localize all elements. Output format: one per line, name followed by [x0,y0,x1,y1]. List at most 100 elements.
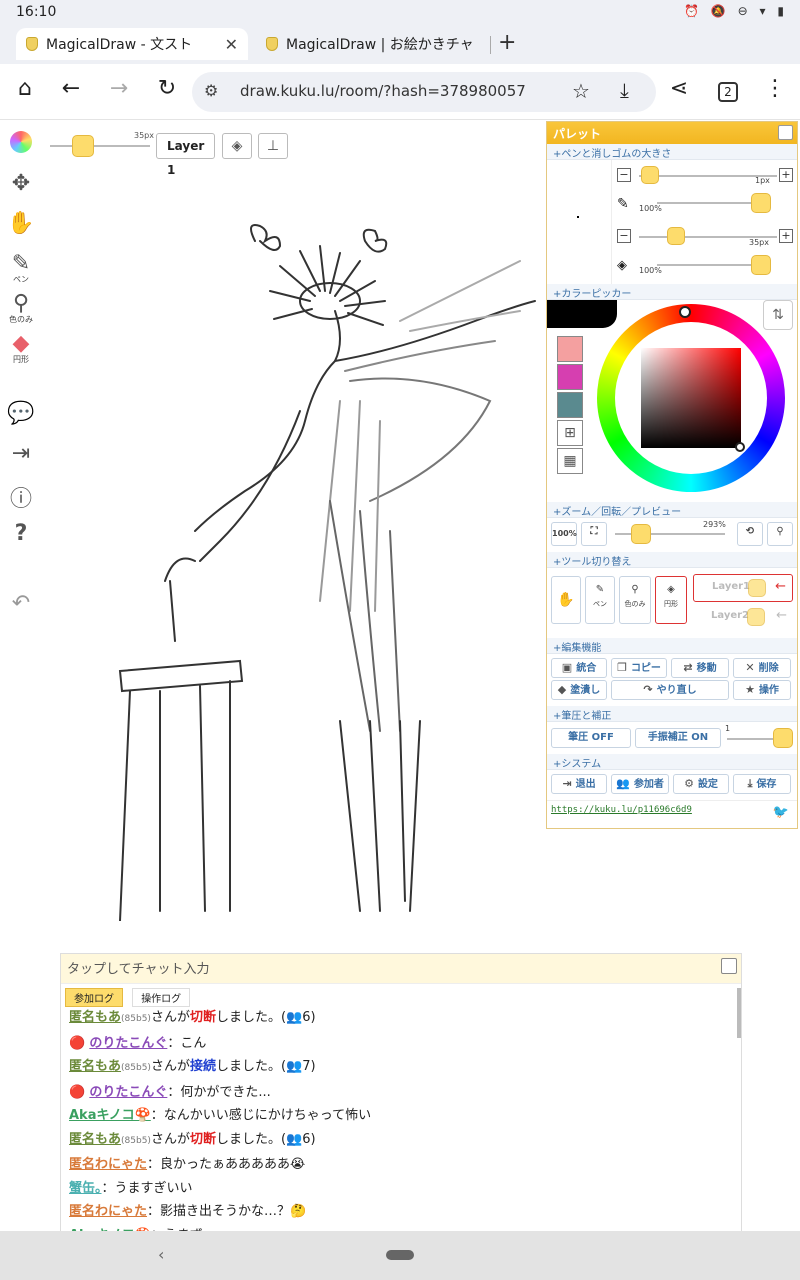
brush-size-slider[interactable] [72,135,94,157]
eraser-size-minus[interactable]: − [617,229,631,243]
nav-home-pill[interactable] [386,1250,414,1260]
forward-button[interactable]: → [104,76,134,101]
move-icon[interactable]: ✥ [6,171,36,196]
eraser-toggle-button[interactable]: ◈ [222,133,252,159]
tab-count-button[interactable]: 2 [718,82,738,102]
copy-button[interactable]: ❐ コピー [611,658,667,678]
layer1-row[interactable]: Layer1 ← [693,574,793,602]
section-color-picker[interactable]: +カラーピッカー [547,284,797,300]
zoom-slider[interactable] [631,524,651,544]
eraser-opacity-slider[interactable] [751,255,771,275]
bookmark-star-icon[interactable]: ☆ [572,79,590,103]
chat-username[interactable]: 匿名もあ [69,1132,121,1147]
chat-collapse-checkbox[interactable] [721,958,737,974]
pen-tool-button[interactable]: ✎ ペン [585,576,615,624]
address-bar[interactable]: ⚙ draw.kuku.lu/room/?hash=378980057 ☆ ⤓ [192,72,656,112]
chat-username[interactable]: Akaキノコ🍄 [69,1108,151,1123]
section-system[interactable]: +システム [547,754,797,770]
tab-magicaldraw-bunsuto[interactable]: MagicalDraw - 文スト ✕ [16,28,248,60]
zoom-100-button[interactable]: 100% [551,522,577,546]
rotate-reset-button[interactable]: ⟲ [737,522,763,546]
hue-ring[interactable] [597,304,785,492]
url-text[interactable]: draw.kuku.lu/room/?hash=378980057 [240,82,526,100]
download-icon[interactable]: ⤓ [620,78,629,102]
undo-icon[interactable]: ↶ [6,591,36,616]
color-handle[interactable] [735,442,745,452]
tab-operation-log[interactable]: 操作ログ [132,988,191,1007]
hand-tool-button[interactable]: ✋ [551,576,581,624]
twitter-icon[interactable]: 🐦 [773,805,789,820]
color-picker-tool[interactable]: ⚲ 色のみ [6,291,36,325]
stabilizer-on-button[interactable]: 手振補正 ON [635,728,721,748]
eraser-size-plus[interactable]: + [779,229,793,243]
add-swatch-icon[interactable]: ⊞ [557,420,583,446]
hand-icon[interactable]: ✋ [6,211,36,236]
transform-button[interactable]: ⊥ [258,133,288,159]
layer2-row[interactable]: Layer2 ← [693,604,793,632]
delete-button[interactable]: ✕ 削除 [733,658,791,678]
site-settings-icon[interactable]: ⚙ [204,81,218,100]
nav-back-icon[interactable]: ‹ [158,1245,164,1264]
merge-button[interactable]: ▣ 統合 [551,658,607,678]
hue-handle[interactable] [679,306,691,318]
preview-search-button[interactable]: ⚲ [767,522,793,546]
chat-username[interactable]: のりたこんぐ [89,1036,167,1051]
swatch-grid-icon[interactable]: ▦ [557,448,583,474]
settings-button[interactable]: ⚙ 設定 [673,774,729,794]
close-tab-icon[interactable]: ✕ [225,35,238,54]
pen-size-slider[interactable] [641,166,659,184]
save-button[interactable]: ⤓ 保存 [733,774,791,794]
tab-magicaldraw-chat[interactable]: MagicalDraw | お絵かきチャ [256,28,488,60]
tab-join-log[interactable]: 参加ログ [65,988,123,1007]
exit-icon[interactable]: ⇥ [6,441,36,466]
redo-button[interactable]: ↷ やり直し [611,680,729,700]
chat-username[interactable]: 匿名もあ [69,1059,121,1074]
pen-size-plus[interactable]: + [779,168,793,182]
pen-opacity-slider[interactable] [751,193,771,213]
current-color[interactable] [547,300,617,328]
shape-tool-button[interactable]: ◈ 円形 [655,576,687,624]
back-button[interactable]: ← [56,76,86,101]
fill-button[interactable]: ◆ 塗潰し [551,680,607,700]
palette-header[interactable]: パレット [547,122,797,144]
fit-screen-button[interactable]: ⛶ [581,522,607,546]
info-icon[interactable]: ⓘ [6,481,36,513]
home-button[interactable]: ⌂ [10,76,40,101]
stabilizer-slider[interactable] [773,728,793,748]
section-zoom[interactable]: +ズーム／回転／プレビュー [547,502,797,518]
layer2-opacity[interactable] [747,608,765,626]
share-button[interactable]: ⋖ [664,76,694,101]
swatch-magenta[interactable] [557,364,583,390]
section-pen-size[interactable]: +ペンと消しゴムの大きさ [547,144,797,160]
section-edit[interactable]: +編集機能 [547,638,797,654]
picker-tool-button[interactable]: ⚲ 色のみ [619,576,651,624]
eraser-tool[interactable]: ◆ 円形 [6,331,36,365]
section-pressure[interactable]: +筆圧と補正 [547,706,797,722]
chat-username[interactable]: のりたこんぐ [89,1085,167,1100]
chat-username[interactable]: 匿名わにゃた [69,1157,147,1172]
swatch-pink[interactable] [557,336,583,362]
layer-button[interactable]: Layer 1 [156,133,216,177]
layer1-opacity[interactable] [748,579,766,597]
reload-button[interactable]: ↻ [152,76,182,101]
help-icon[interactable]: ? [6,521,36,546]
room-link[interactable]: https://kuku.lu/p11696c6d9 [551,805,692,815]
pen-size-minus[interactable]: − [617,168,631,182]
color-wheel-icon[interactable] [6,131,36,159]
chat-username[interactable]: 匿名もあ [69,1010,121,1025]
action-button[interactable]: ★ 操作 [733,680,791,700]
swatch-teal[interactable] [557,392,583,418]
section-tool-switch[interactable]: +ツール切り替え [547,552,797,568]
chat-username[interactable]: 匿名わにゃた [69,1204,147,1219]
move-button[interactable]: ⇄ 移動 [671,658,729,678]
eraser-size-slider[interactable] [667,227,685,245]
saturation-square[interactable] [641,348,741,448]
chat-scrollbar[interactable] [737,988,741,1038]
members-button[interactable]: 👥 参加者 [611,774,669,794]
chat-username[interactable]: 蟹缶。 [69,1181,102,1196]
palette-collapse-checkbox[interactable] [778,125,793,140]
pressure-off-button[interactable]: 筆圧 OFF [551,728,631,748]
chat-icon[interactable]: 💬 [6,401,36,426]
chat-input[interactable]: タップしてチャット入力 [61,954,741,984]
new-tab-button[interactable]: + [498,30,516,55]
